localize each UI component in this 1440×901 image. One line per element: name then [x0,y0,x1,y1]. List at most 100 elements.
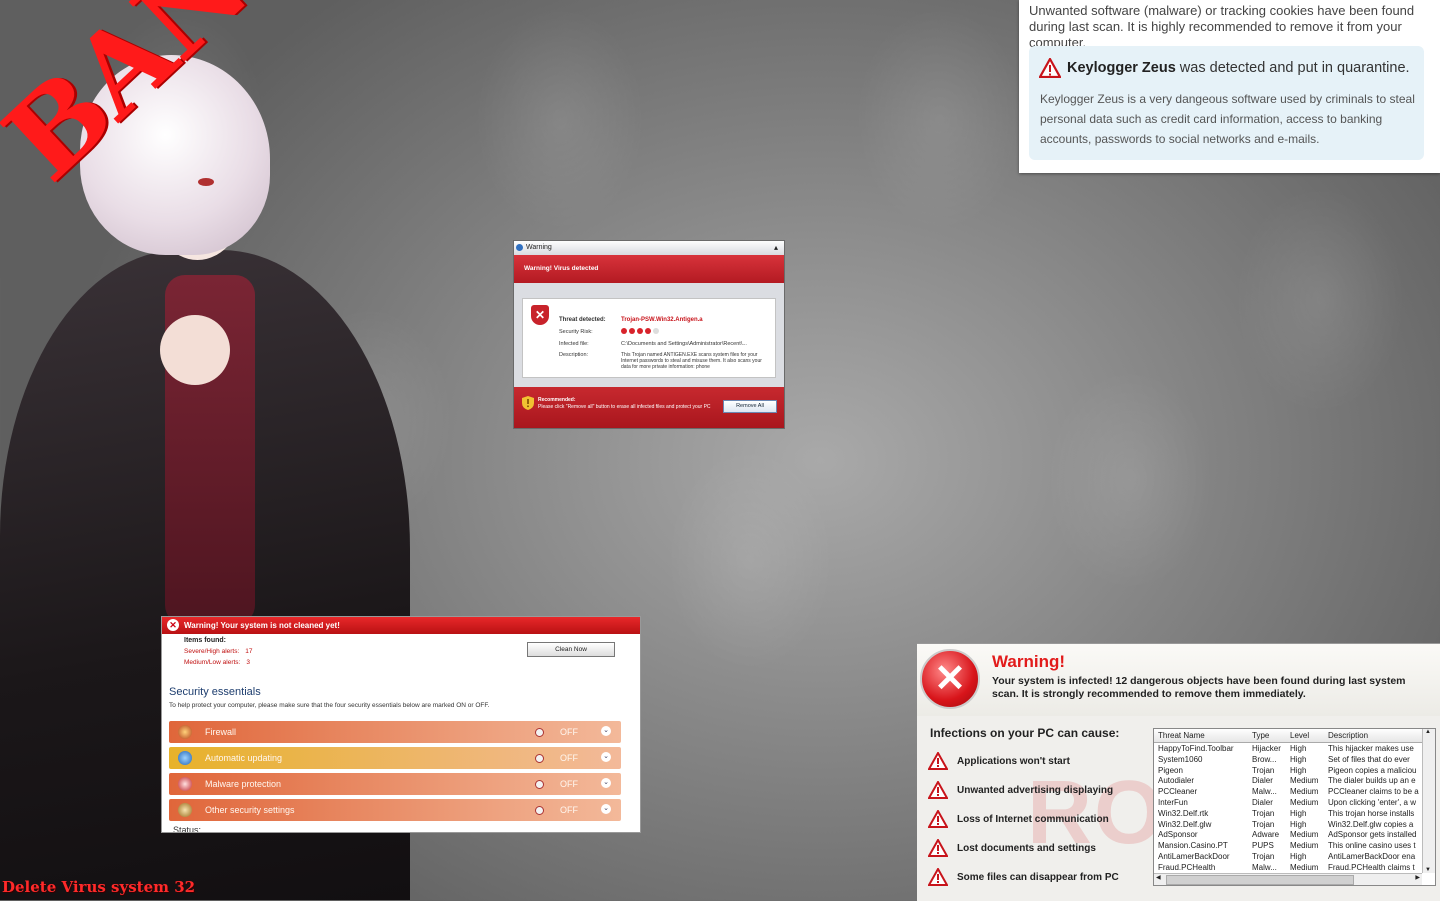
scroll-left-icon[interactable]: ◀ [1156,874,1161,881]
severe-alerts: Severe/High alerts: 17 [184,648,253,655]
security-essentials-heading: Security essentials [169,686,261,698]
chevron-down-icon[interactable]: ⌄ [601,778,611,788]
column-description[interactable]: Description [1328,731,1421,740]
quarantine-notice: Unwanted software (malware) or tracking … [1019,0,1440,173]
table-cell: Dialer [1252,776,1273,786]
table-cell: Trojan [1252,765,1275,775]
automatic-updating-row[interactable]: Automatic updating OFF ⌄ [169,747,621,769]
lock-icon [178,803,192,817]
table-cell: Trojan [1252,819,1275,829]
file-value: C:\Documents and Settings\Administrator\… [621,341,747,347]
firewall-icon [178,725,192,739]
table-cell: Medium [1290,798,1319,807]
column-level[interactable]: Level [1290,731,1326,740]
table-cell: Adware [1252,830,1280,840]
cause-label: Applications won't start [957,755,1070,767]
scroll-up-icon[interactable]: ▲ [1425,729,1431,735]
table-row[interactable]: Autodialer Dialer Medium The dialer builds … [1154,776,1422,787]
warning-header: ✕ Warning! Your system is infected! 12 d… [917,644,1440,716]
warning-title: Warning! [992,652,1066,671]
chevron-down-icon[interactable]: ⌄ [601,726,611,736]
table-row[interactable]: HappyToFind.Toolbar Hijacker High This hija… [1154,744,1422,755]
table-cell: Set of files that do ever [1328,754,1410,764]
warning-triangle-icon [928,810,948,828]
table-row[interactable]: Mansion.Casino.PT PUPS Medium This online c… [1154,841,1422,852]
firewall-radio[interactable] [535,728,544,737]
vertical-scrollbar[interactable]: ▲ ▼ [1422,729,1435,873]
table-cell: System1060 [1158,754,1203,764]
cause-item: Lost documents and settings [928,839,1096,857]
recommended-label: Recommended: [538,397,576,403]
other-settings-row[interactable]: Other security settings OFF ⌄ [169,799,621,821]
table-cell: Pigeon [1158,765,1183,775]
chevron-down-icon[interactable]: ⌄ [601,752,611,762]
wallpaper-caption: Delete Virus system 32 [2,878,196,896]
security-essentials-window: ✕ Warning! Your system is not cleaned ye… [161,616,641,833]
other-settings-radio[interactable] [535,806,544,815]
app-shield-icon [516,244,523,251]
shield-icon [522,396,534,410]
cause-label: Unwanted advertising displaying [957,784,1114,796]
firewall-label: Firewall [205,727,237,737]
globe-icon [178,751,192,765]
table-row[interactable]: Pigeon Trojan High Pigeon copies a maliciou [1154,766,1422,777]
table-row[interactable]: Win32.Delf.glw Trojan High Win32.Delf.glw c… [1154,820,1422,831]
table-cell: AntiLamerBackDoor [1158,852,1230,861]
recommendation-bar: Recommended: Please click "Remove all" b… [514,387,784,428]
warning-message: Your system is infected! 12 dangerous ob… [992,675,1406,700]
table-cell: High [1290,819,1307,829]
table-row[interactable]: Win32.Delf.rtk Trojan High This trojan hors… [1154,809,1422,820]
remove-all-button[interactable]: Remove All [723,400,777,413]
scroll-right-icon[interactable]: ▶ [1415,874,1420,881]
chevron-down-icon[interactable]: ⌄ [601,804,611,814]
not-cleaned-banner: ✕ Warning! Your system is not cleaned ye… [162,617,640,634]
notice-heading: Keylogger Zeus was detected and put in q… [1039,58,1410,78]
table-cell: Malw... [1252,862,1277,872]
table-cell: Win32.Delf.glw copies a [1328,819,1414,829]
table-cell: Medium [1290,841,1319,851]
table-cell: AdSponsor [1158,830,1198,840]
firewall-state: OFF [560,727,578,737]
warning-triangle-icon [928,839,948,857]
table-cell: PCCleaner [1158,787,1198,797]
column-threat-name[interactable]: Threat Name [1158,731,1248,740]
malware-protection-label: Malware protection [205,779,282,789]
causes-heading: Infections on your PC can cause: [930,726,1120,740]
collapse-icon[interactable]: ▴ [774,241,778,255]
table-cell: This hijacker makes use [1328,744,1414,753]
table-cell: AntiLamerBackDoor ena [1328,852,1416,861]
table-cell: Pigeon copies a maliciou [1328,765,1417,775]
table-row[interactable]: System1060 Brow... High Set of files that d… [1154,755,1422,766]
table-row[interactable]: AdSponsor Adware Medium AdSponsor gets inst… [1154,830,1422,841]
cause-item: Applications won't start [928,752,1070,770]
not-cleaned-text: Warning! Your system is not cleaned yet! [184,621,340,630]
automatic-updating-radio[interactable] [535,754,544,763]
automatic-updating-state: OFF [560,753,578,763]
table-row[interactable]: InterFun Dialer Medium Upon clicking 'enter… [1154,798,1422,809]
table-cell: This online casino uses t [1328,841,1416,851]
table-row[interactable]: AntiLamerBackDoor Trojan High AntiLamerBack… [1154,852,1422,863]
table-cell: Medium [1290,776,1319,786]
column-type[interactable]: Type [1252,731,1288,740]
medium-alerts: Medium/Low alerts: 3 [184,659,250,666]
infection-warning-window: ✕ Warning! Your system is infected! 12 d… [917,643,1440,901]
cause-label: Lost documents and settings [957,842,1096,854]
other-settings-state: OFF [560,805,578,815]
horizontal-scrollbar[interactable]: ◀ ▶ [1154,873,1422,885]
clean-now-button[interactable]: Clean Now [527,642,615,657]
other-settings-label: Other security settings [205,805,295,815]
scroll-down-icon[interactable]: ▼ [1425,867,1431,873]
virus-banner: Warning! Virus detected [514,255,784,283]
firewall-row[interactable]: Firewall OFF ⌄ [169,721,621,743]
table-cell: This trojan horse installs [1328,808,1415,818]
malware-protection-row[interactable]: Malware protection OFF ⌄ [169,773,621,795]
table-cell: Trojan [1252,808,1275,818]
window-titlebar[interactable]: Warning ▴ [514,241,784,255]
table-row[interactable]: PCCleaner Malw... Medium PCCleaner claims t… [1154,787,1422,798]
warning-triangle-icon [928,752,948,770]
malware-protection-radio[interactable] [535,780,544,789]
shield-x-icon: ✕ [531,305,549,325]
table-cell: Dialer [1252,798,1273,807]
threat-table: Threat Name Type Level Description Happy… [1153,728,1436,886]
scroll-thumb[interactable] [1166,875,1354,885]
